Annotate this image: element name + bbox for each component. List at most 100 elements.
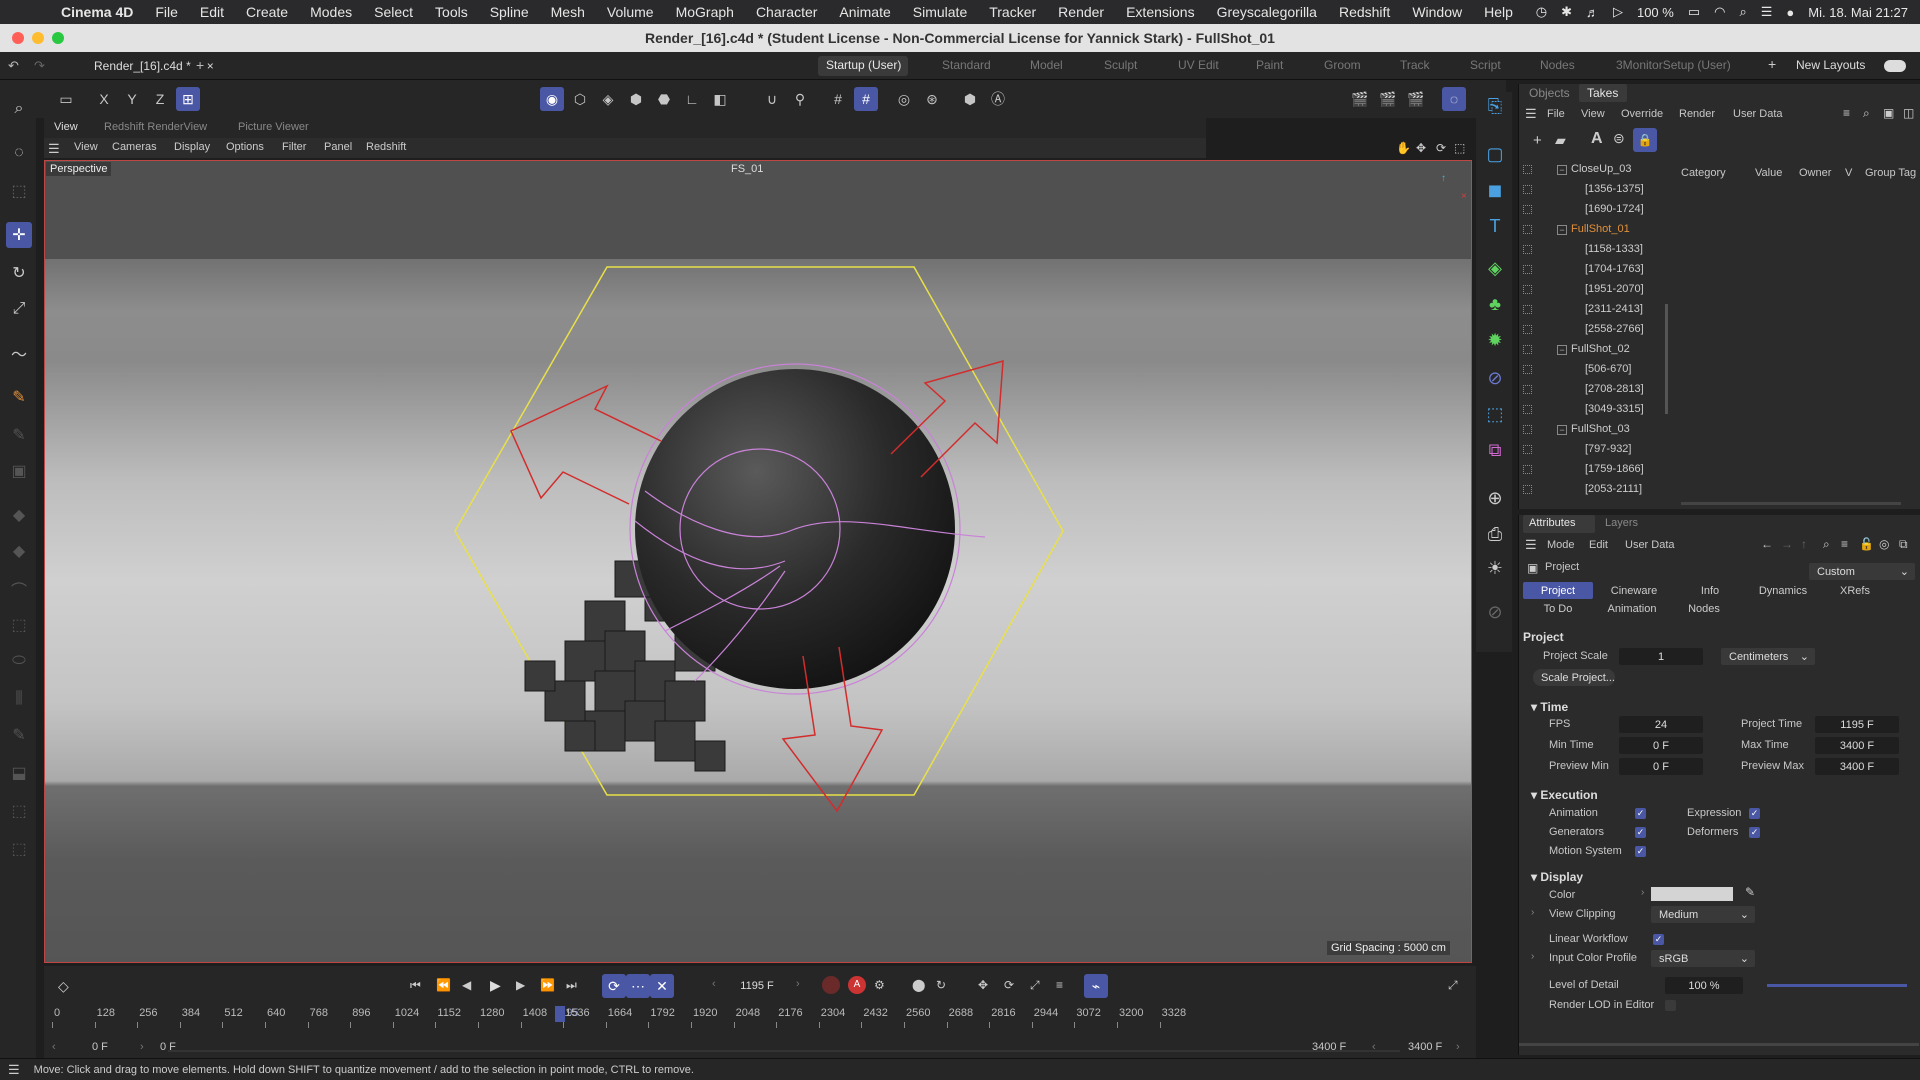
take-item[interactable]: [2558-2766] — [1519, 320, 1679, 340]
new-tab-icon[interactable]: + — [196, 57, 204, 73]
scale-tool-icon[interactable]: ⤢ — [6, 296, 32, 322]
spline-pen-icon[interactable]: 〜 — [6, 340, 32, 366]
take-group[interactable]: − CloseUp_03 — [1519, 160, 1679, 180]
text-object-icon[interactable]: T — [1481, 212, 1509, 240]
start-next-arrow[interactable]: › — [140, 1041, 144, 1053]
take-item[interactable]: [506-670] — [1519, 360, 1679, 380]
take-item[interactable]: [797-932] — [1519, 440, 1679, 460]
take-item[interactable]: [1704-1763] — [1519, 260, 1679, 280]
menu-select[interactable]: Select — [363, 4, 424, 20]
brush-tool-icon[interactable]: ✎ — [6, 722, 32, 748]
start-prev-arrow[interactable]: ‹ — [52, 1041, 56, 1053]
coordinate-system-icon[interactable]: ⊞ — [176, 87, 200, 111]
render-picture-viewer-icon[interactable]: 🎬 — [1376, 87, 1400, 111]
rotate-view-icon[interactable]: ⟳ — [1436, 141, 1446, 155]
take-group[interactable]: − FullShot_03 — [1519, 420, 1679, 440]
take-checkbox[interactable] — [1523, 165, 1532, 174]
viewport-menu-redshift[interactable]: Redshift — [366, 141, 406, 153]
undo-view-icon[interactable]: ▭ — [54, 87, 78, 111]
section-time[interactable]: ▾ Time — [1531, 700, 1568, 714]
take-folder-icon[interactable]: ▰ — [1555, 132, 1566, 149]
move-view-icon[interactable]: ✥ — [1416, 141, 1426, 155]
field-icon[interactable]: ⬚ — [1481, 400, 1509, 428]
take-item[interactable]: [1759-1866] — [1519, 460, 1679, 480]
take-checkbox[interactable] — [1523, 305, 1532, 314]
takes-hamburger-icon[interactable]: ☰ — [1525, 106, 1537, 122]
subtab-dynamics[interactable]: Dynamics — [1745, 582, 1821, 599]
layout-tab-uv-edit[interactable]: UV Edit — [1178, 58, 1219, 72]
iron-tool-icon[interactable]: ⬓ — [6, 760, 32, 786]
takes-menu-render[interactable]: Render — [1679, 108, 1715, 120]
take-checkbox[interactable] — [1523, 205, 1532, 214]
take-checkbox[interactable] — [1523, 405, 1532, 414]
take-checkbox[interactable] — [1523, 425, 1532, 434]
extrude-tool-icon[interactable]: ◆ — [6, 538, 32, 564]
layout-tab-paint[interactable]: Paint — [1256, 58, 1283, 72]
edge-mode-icon[interactable]: ⬢ — [624, 87, 648, 111]
camera-icon[interactable]: ⎙ — [1481, 520, 1509, 548]
color-profile-expand-icon[interactable]: › — [1531, 951, 1534, 962]
playhead[interactable] — [555, 1006, 565, 1022]
redshift-ipr-icon[interactable]: ◌ — [1442, 87, 1466, 111]
cube-object-icon[interactable]: ◼ — [1481, 176, 1509, 204]
menu-character[interactable]: Character — [745, 4, 828, 20]
snap-magnet-icon[interactable]: ∪ — [760, 87, 784, 111]
tab-attributes[interactable]: Attributes — [1529, 517, 1575, 529]
generators-checkbox[interactable]: ✓ — [1635, 827, 1646, 838]
search-commands-icon[interactable]: ⌕ — [6, 96, 32, 122]
takes-menu-view[interactable]: View — [1581, 108, 1605, 120]
new-layouts-label[interactable]: New Layouts — [1796, 58, 1865, 72]
color-swatch[interactable] — [1651, 887, 1733, 901]
minimize-window-button[interactable] — [32, 32, 44, 44]
filter-icon[interactable]: ≡ — [1843, 106, 1850, 120]
layout-tab-nodes[interactable]: Nodes — [1540, 58, 1575, 72]
take-checkbox[interactable] — [1523, 345, 1532, 354]
take-item[interactable]: [1690-1724] — [1519, 200, 1679, 220]
color-expand-icon[interactable]: › — [1641, 887, 1644, 898]
view-clipping-expand-icon[interactable]: › — [1531, 907, 1534, 918]
take-checkbox[interactable] — [1523, 225, 1532, 234]
polygon-mode-icon[interactable]: ⬣ — [652, 87, 676, 111]
viewport-hamburger-icon[interactable]: ☰ — [48, 141, 60, 157]
takes-h-scrollbar[interactable] — [1681, 502, 1901, 505]
battery-icon[interactable]: ▭ — [1688, 4, 1700, 20]
paint-tool-icon[interactable]: ✎ — [6, 384, 32, 410]
eyedropper-icon[interactable]: ✎ — [1745, 885, 1755, 899]
take-item[interactable]: [2311-2413] — [1519, 300, 1679, 320]
3d-viewport[interactable]: Perspective FS_01 Grid Spacing : 5000 cm — [44, 160, 1472, 963]
takes-scrollbar[interactable] — [1665, 304, 1668, 414]
attr-search-icon[interactable]: ⌕ — [1823, 537, 1830, 552]
preview-end-field[interactable]: 3400 F — [1312, 1041, 1346, 1053]
take-checkbox[interactable] — [1523, 245, 1532, 254]
take-checkbox[interactable] — [1523, 325, 1532, 334]
panel-split-icon[interactable]: ◫ — [1903, 106, 1914, 120]
animation-checkbox[interactable]: ✓ — [1635, 808, 1646, 819]
tab-takes[interactable]: Takes — [1587, 86, 1618, 100]
attr-newwindow-icon[interactable]: ⧉ — [1899, 537, 1908, 552]
take-group[interactable]: − FullShot_01 — [1519, 220, 1679, 240]
take-item[interactable]: [1951-2070] — [1519, 280, 1679, 300]
take-checkbox[interactable] — [1523, 365, 1532, 374]
auto-take-icon[interactable]: A — [1591, 130, 1603, 148]
motion-system-checkbox[interactable]: ✓ — [1635, 846, 1646, 857]
attr-lock-icon[interactable]: 🔓 — [1859, 537, 1874, 551]
mirror-tool-icon[interactable]: ⫼ — [6, 686, 32, 712]
scale-project-button[interactable]: Scale Project... — [1533, 669, 1615, 686]
viewport-menu-display[interactable]: Display — [174, 141, 210, 153]
smooth-tool-icon[interactable]: ⬚ — [6, 798, 32, 824]
workplane-icon[interactable]: # — [854, 87, 878, 111]
light-icon[interactable]: ☀ — [1481, 554, 1509, 582]
object-axis-icon[interactable]: ◧ — [708, 87, 732, 111]
layout-tab-sculpt[interactable]: Sculpt — [1104, 58, 1137, 72]
viewport-menu-panel[interactable]: Panel — [324, 141, 352, 153]
sketch-tool-icon[interactable]: ✎ — [6, 422, 32, 448]
max-time-field[interactable]: 3400 F — [1815, 737, 1899, 754]
take-checkbox[interactable] — [1523, 285, 1532, 294]
viewport-menu-view[interactable]: View — [74, 141, 98, 153]
spotlight-icon[interactable]: ⌕ — [1739, 4, 1746, 20]
end-frame-field[interactable]: 3400 F — [1408, 1041, 1442, 1053]
menu-render[interactable]: Render — [1047, 4, 1115, 20]
view-clipping-dropdown[interactable]: Medium ⌄ — [1651, 906, 1755, 923]
collapse-toggle-icon[interactable]: − — [1557, 225, 1567, 235]
spline-tools-icon[interactable]: ⧉ — [1481, 436, 1509, 464]
